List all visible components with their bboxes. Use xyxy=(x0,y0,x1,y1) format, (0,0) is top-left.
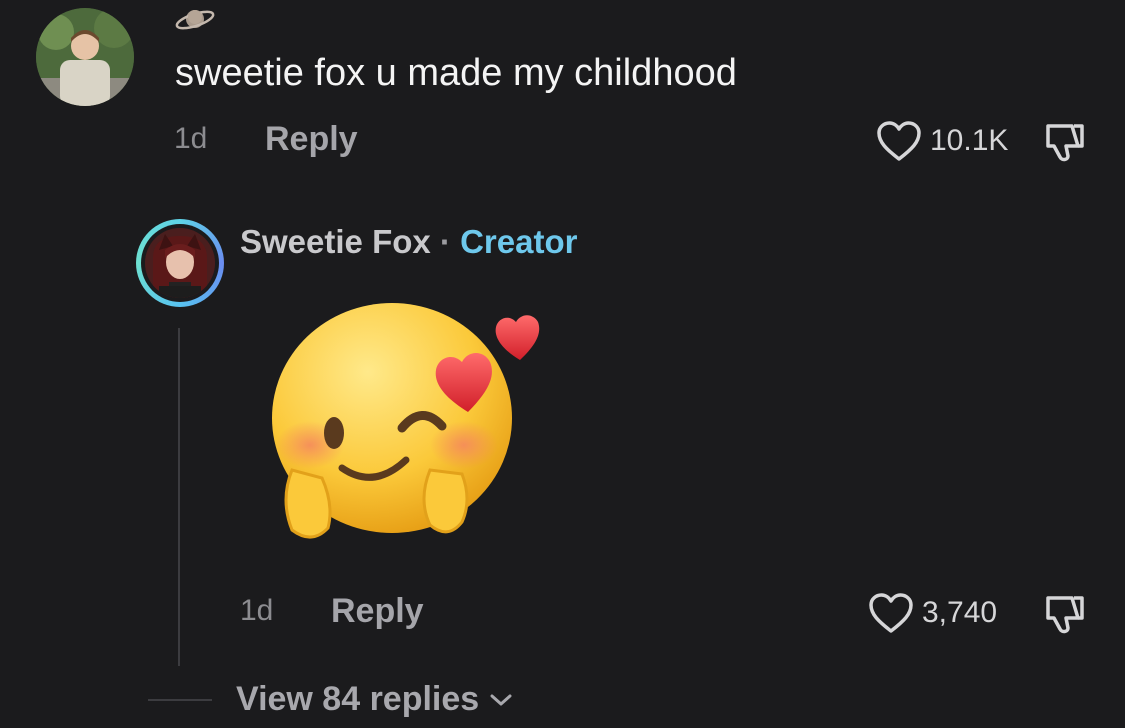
reply-like-count: 3,740 xyxy=(922,596,998,629)
dislike-icon[interactable] xyxy=(1042,122,1088,164)
heart-icon xyxy=(869,593,913,633)
like-count: 10.1K xyxy=(930,124,1009,157)
reply-button[interactable]: Reply xyxy=(265,120,358,159)
creator-avatar[interactable] xyxy=(136,219,224,307)
smiling-face-with-hearts-emoji xyxy=(272,303,540,539)
comment-timestamp: 1d xyxy=(174,122,208,155)
view-replies-button[interactable]: View 84 replies xyxy=(236,680,513,719)
thread-line xyxy=(178,328,180,666)
planet-icon xyxy=(175,10,215,30)
comment-text: sweetie fox u made my childhood xyxy=(175,52,737,94)
author-separator: · xyxy=(439,223,451,260)
reply-to-creator-button[interactable]: Reply xyxy=(331,592,424,631)
creator-badge: Creator xyxy=(460,223,578,260)
chevron-down-icon xyxy=(490,694,512,705)
heart-icon xyxy=(877,121,921,161)
dislike-icon[interactable] xyxy=(1042,594,1088,636)
view-replies-divider xyxy=(148,699,212,701)
commenter-avatar[interactable] xyxy=(36,8,134,106)
author-name[interactable]: Sweetie Fox xyxy=(240,223,431,260)
comment-thread: sweetie fox u made my childhood 1d Reply… xyxy=(0,0,1125,728)
reply-author-line: Sweetie Fox · Creator xyxy=(240,222,577,262)
reply-like-button[interactable]: 3,740 xyxy=(868,592,997,634)
like-button[interactable]: 10.1K xyxy=(876,120,1008,162)
reply-timestamp: 1d xyxy=(240,594,274,627)
view-replies-label: View 84 replies xyxy=(236,680,480,718)
